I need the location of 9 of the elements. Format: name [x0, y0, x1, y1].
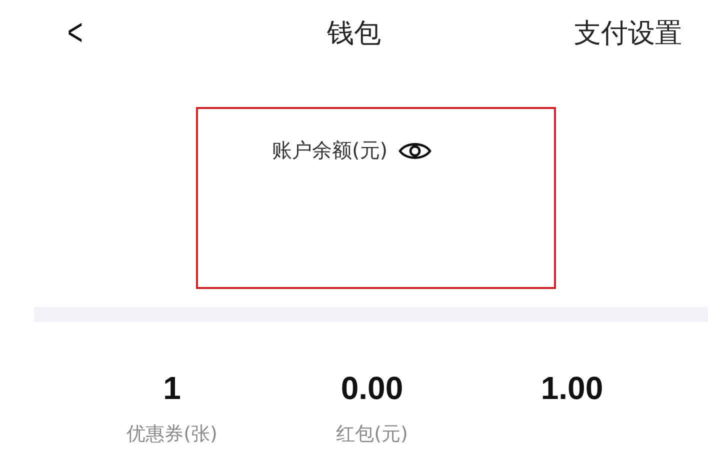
stat-value: 0.00: [340, 370, 404, 407]
stat-value: 1.00: [540, 370, 604, 407]
stat-label: 优惠券(张): [126, 422, 218, 447]
balance-label: 账户余额(元): [272, 137, 388, 164]
back-button[interactable]: <: [67, 14, 83, 52]
page-title: 钱包: [326, 17, 382, 51]
stat-label: 红包(元): [336, 422, 408, 447]
payment-settings-link[interactable]: 支付设置: [574, 18, 682, 49]
stat-value: 1: [163, 370, 181, 407]
